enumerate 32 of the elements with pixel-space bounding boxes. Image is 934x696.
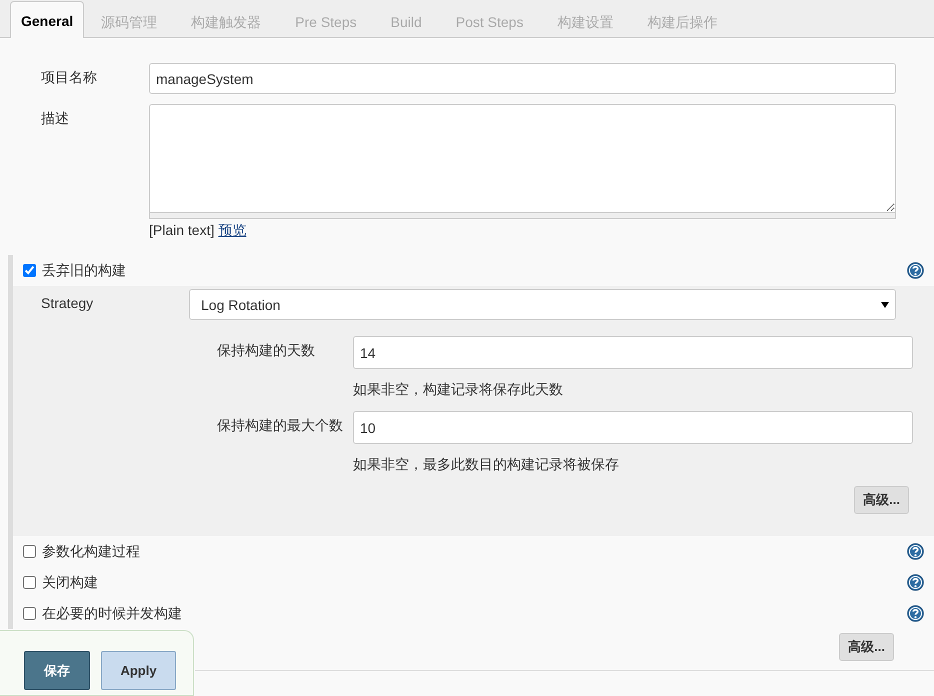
field-label: 保持构建的最大个数 <box>216 416 344 435</box>
checkbox[interactable] <box>23 576 36 589</box>
help-icon[interactable] <box>907 262 924 279</box>
field-label: 保持构建的天数 <box>216 341 316 360</box>
checkbox-label: 在必要的时候并发构建 <box>42 604 183 622</box>
help-icon[interactable] <box>907 543 924 560</box>
preview-link[interactable]: 预览 <box>218 222 246 238</box>
help-icon[interactable] <box>907 605 924 622</box>
checkbox-label: 丢弃旧的构建 <box>42 262 127 280</box>
checkbox[interactable] <box>23 264 36 277</box>
save-button[interactable]: 保存 <box>24 651 90 690</box>
checkbox-label: 参数化构建过程 <box>42 542 141 560</box>
strategy-dropdown[interactable]: Log Rotation <box>189 289 896 320</box>
field-hint: 如果非空，最多此数目的构建记录将被保存 <box>353 456 620 474</box>
format-note: [Plain text] <box>149 222 214 238</box>
field-label: 描述 <box>40 109 70 128</box>
project-name-input[interactable]: manageSystem <box>149 63 896 94</box>
resize-handle[interactable] <box>149 213 896 219</box>
tab[interactable]: General <box>10 1 84 38</box>
advanced-button[interactable]: 高级... <box>839 633 894 661</box>
advanced-button[interactable]: 高级... <box>854 486 909 514</box>
help-icon[interactable] <box>907 574 924 591</box>
checkbox[interactable] <box>23 607 36 620</box>
field-hint: 如果非空，构建记录将保存此天数 <box>353 381 564 399</box>
checkbox-label: 关闭构建 <box>42 574 99 592</box>
dropdown-arrow-icon <box>881 302 889 308</box>
field-label: Strategy <box>40 294 94 311</box>
apply-button[interactable]: Apply <box>101 651 176 690</box>
field-label: 项目名称 <box>40 68 98 87</box>
input-field[interactable]: 10 <box>353 411 913 444</box>
input-field[interactable]: 14 <box>353 336 913 369</box>
checkbox[interactable] <box>23 545 36 558</box>
